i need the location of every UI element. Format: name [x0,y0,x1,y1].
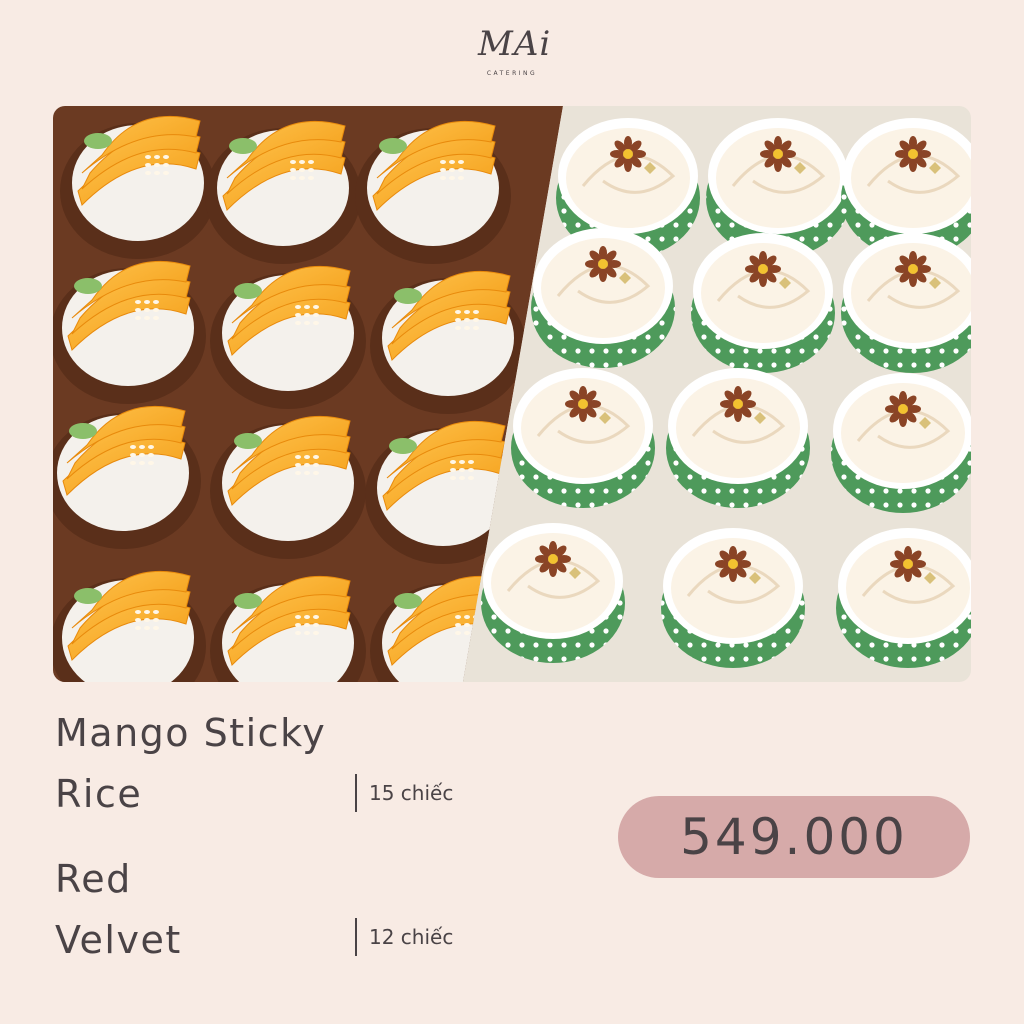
logo-text: MAi [478,24,552,64]
price-badge: 549.000 [618,796,970,878]
quantity-mango: 15 chiếc [355,774,453,812]
cupcake [836,528,971,668]
item-name-velvet-line1: Red [55,857,132,901]
mango-rice-piece [53,260,206,404]
mango-rice-piece [53,405,201,549]
cupcake [666,368,810,508]
logo-subtitle: CATERING [486,70,538,77]
cupcake [661,528,805,668]
brand-logo: MAi CATERING [472,22,552,82]
cupcake [831,373,971,513]
cupcake [841,233,971,373]
cupcake [531,228,675,368]
cupcake [511,368,655,508]
quantity-velvet: 12 chiếc [355,918,453,956]
product-photo [53,106,971,682]
cupcake [691,233,835,373]
item-name-mango-line1: Mango Sticky [55,711,327,755]
cupcake [481,523,625,663]
